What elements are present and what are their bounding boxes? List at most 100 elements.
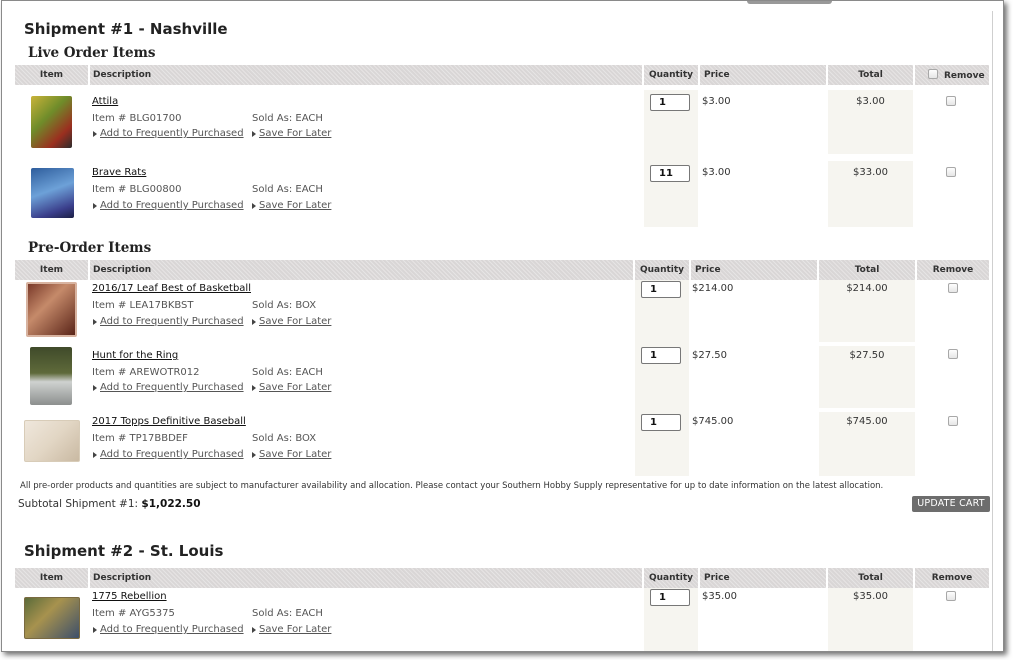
col-item: Item <box>39 573 64 583</box>
item-number: Item # BLG01700 <box>92 113 182 124</box>
caret-right-icon <box>252 203 256 209</box>
col-price: Price <box>704 70 730 80</box>
product-link[interactable]: Hunt for the Ring <box>92 350 178 361</box>
product-link[interactable]: 2016/17 Leaf Best of Basketball <box>92 283 251 294</box>
add-frequent-link[interactable]: Add to Frequently Purchased <box>100 624 244 635</box>
add-frequent-link[interactable]: Add to Frequently Purchased <box>100 382 244 393</box>
remove-checkbox[interactable] <box>948 283 958 293</box>
save-later-link[interactable]: Save For Later <box>259 128 331 139</box>
caret-right-icon <box>93 131 97 137</box>
sold-as: Sold As: BOX <box>252 300 317 311</box>
caret-right-icon <box>252 131 256 137</box>
shipment-title: Shipment #1 - Nashville <box>24 20 228 38</box>
remove-checkbox[interactable] <box>946 591 956 601</box>
col-price: Price <box>704 573 730 583</box>
col-item: Item <box>39 70 64 80</box>
product-image-hunt-ring[interactable] <box>30 347 72 405</box>
save-later-link[interactable]: Save For Later <box>259 449 331 460</box>
item-number: Item # BLG00800 <box>92 184 182 195</box>
table-header: Item Description Quantity Price Total Re… <box>15 260 989 280</box>
cart-panel: Shipment #1 - Nashville Live Order Items… <box>1 0 1004 652</box>
sold-as: Sold As: EACH <box>252 184 323 195</box>
save-later-link[interactable]: Save For Later <box>259 316 331 327</box>
caret-right-icon <box>93 385 97 391</box>
panel-border <box>992 11 993 651</box>
sold-as: Sold As: EACH <box>252 113 323 124</box>
item-number: Item # AREWOTR012 <box>92 367 200 378</box>
line-total: $33.00 <box>853 167 888 178</box>
line-total: $35.00 <box>853 591 888 602</box>
save-later-link[interactable]: Save For Later <box>259 624 331 635</box>
shipment-title: Shipment #2 - St. Louis <box>24 542 224 560</box>
live-order-title: Live Order Items <box>28 45 156 61</box>
product-image-brave-rats[interactable] <box>31 168 74 218</box>
product-link[interactable]: 2017 Topps Definitive Baseball <box>92 416 246 427</box>
line-total: $27.50 <box>849 350 885 361</box>
subtotal-value: $1,022.50 <box>141 498 201 510</box>
col-quantity: Quantity <box>639 265 685 275</box>
product-link[interactable]: Brave Rats <box>92 167 146 178</box>
add-frequent-link[interactable]: Add to Frequently Purchased <box>100 200 244 211</box>
col-description: Description <box>93 573 152 583</box>
line-total: $214.00 <box>846 283 888 294</box>
add-frequent-link[interactable]: Add to Frequently Purchased <box>100 316 244 327</box>
product-image-leaf-basketball[interactable] <box>26 282 77 337</box>
top-tab[interactable] <box>747 1 832 4</box>
col-total: Total <box>854 265 880 275</box>
quantity-input[interactable] <box>650 165 690 182</box>
update-cart-button[interactable]: UPDATE CART <box>912 496 990 512</box>
col-remove: Remove <box>931 573 973 583</box>
caret-right-icon <box>93 452 97 458</box>
quantity-input[interactable] <box>650 589 690 606</box>
col-quantity: Quantity <box>648 573 694 583</box>
item-number: Item # TP17BBDEF <box>92 433 188 444</box>
product-link[interactable]: 1775 Rebellion <box>92 591 167 602</box>
select-all-checkbox[interactable] <box>928 69 938 79</box>
unit-price: $35.00 <box>702 591 737 602</box>
product-image-topps-definitive[interactable] <box>24 420 80 462</box>
caret-right-icon <box>252 452 256 458</box>
item-number: Item # LEA17BKBST <box>92 300 194 311</box>
preorder-note: All pre-order products and quantities ar… <box>20 481 884 491</box>
qty-column-bg <box>635 280 689 476</box>
subtotal: Subtotal Shipment #1: $1,022.50 <box>18 498 201 510</box>
quantity-input[interactable] <box>641 347 681 364</box>
col-description: Description <box>93 265 152 275</box>
caret-right-icon <box>252 319 256 325</box>
caret-right-icon <box>93 319 97 325</box>
col-price: Price <box>695 265 721 275</box>
table-header: Item Description Quantity Price Total Re… <box>15 568 989 588</box>
line-total: $3.00 <box>856 96 885 107</box>
add-frequent-link[interactable]: Add to Frequently Purchased <box>100 128 244 139</box>
save-later-link[interactable]: Save For Later <box>259 200 331 211</box>
save-later-link[interactable]: Save For Later <box>259 382 331 393</box>
product-image-1775-rebellion[interactable] <box>24 597 80 639</box>
line-total: $745.00 <box>846 416 888 427</box>
remove-checkbox[interactable] <box>946 96 956 106</box>
preorder-title: Pre-Order Items <box>28 240 152 256</box>
remove-checkbox[interactable] <box>946 167 956 177</box>
col-description: Description <box>93 70 152 80</box>
sold-as: Sold As: BOX <box>252 433 317 444</box>
product-link[interactable]: Attila <box>92 96 118 107</box>
quantity-input[interactable] <box>641 414 681 431</box>
col-quantity: Quantity <box>648 70 694 80</box>
remove-checkbox[interactable] <box>948 416 958 426</box>
unit-price: $3.00 <box>702 96 731 107</box>
unit-price: $27.50 <box>692 350 727 361</box>
item-number: Item # AYG5375 <box>92 608 175 619</box>
caret-right-icon <box>93 627 97 633</box>
unit-price: $214.00 <box>692 283 734 294</box>
unit-price: $3.00 <box>702 167 731 178</box>
quantity-input[interactable] <box>641 281 681 298</box>
quantity-input[interactable] <box>650 94 690 111</box>
table-header: Item Description Quantity Price Total Re… <box>15 65 989 85</box>
subtotal-label: Subtotal Shipment #1: <box>18 498 139 510</box>
add-frequent-link[interactable]: Add to Frequently Purchased <box>100 449 244 460</box>
sold-as: Sold As: EACH <box>252 608 323 619</box>
product-image-attila[interactable] <box>31 96 72 148</box>
col-total: Total <box>858 573 883 583</box>
remove-checkbox[interactable] <box>948 349 958 359</box>
unit-price: $745.00 <box>692 416 734 427</box>
col-remove: Remove <box>932 265 974 275</box>
